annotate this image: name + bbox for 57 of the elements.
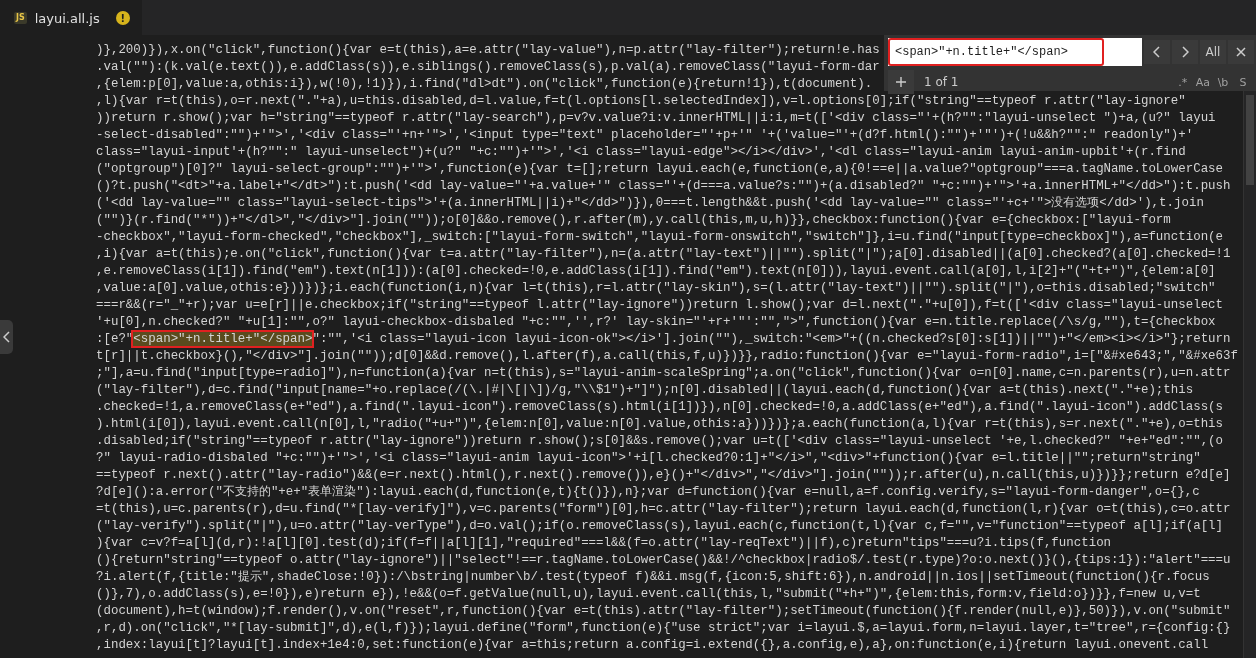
code-line: .val(""):(k.val(e.text()),e.addClass(s)),e.siblings().removeClass(s),p.val(a).removeClass("layui-form-dar (96, 60, 880, 74)
expand-button[interactable] (888, 70, 914, 94)
code-line: ===r&&(r="_"+r);var u=e[r]||e.checkbox;if("string"==typeof l.attr("lay-ignore"))return l.show();var d=l.next("."+u[0]),f=t(['<div class="layui-unselect (96, 298, 1224, 312)
previous-match-button[interactable] (1144, 40, 1170, 64)
code-line: ("lay-verify").split("|"),u=o.attr("lay-verType"),d=o.val();if(o.removeClass(s),layui.each(c,function(t,l){var c,f="",v="function"==typeof a[l];if(a[l] (96, 519, 1224, 533)
file-type-badge: JS (14, 12, 27, 24)
plus-icon (896, 77, 906, 87)
close-button[interactable] (1228, 40, 1254, 64)
code-line: ))return r.show();var h="string"==typeof r.attr("lay-search"),p=v?v.value?i:v.innerHTML||i:i,m=t(['<div class="'+(h?"":"layui-unselect ")+a,(u?" layui (96, 111, 1216, 125)
code-line: )},200)}),x.on("click",function(){var e=t(this),a=e.attr("lay-value"),n=p.attr("lay-filter");return!e.has (96, 43, 880, 57)
code-line: -checkbox","layui-form-checked","checkbox"],_switch:["layui-form-switch","layui-form-onswitch","switch"]},i=u.find("input[type=checkbox]"),a=function(e (96, 230, 1224, 244)
code-line: =t(this),u=c.parents(r),d=u.find("*[lay-verify]"),v=c.parents("form")[0],h=c.attr("lay-filter");return layui.each(d,function(l,r){var o=t(this),c=o.attr (96, 502, 1231, 516)
code-line: (document),h=t(window);f.render(),v.on("reset",r,function(){var e=t(this).attr("lay-filter");setTimeout(function(){f.render(null,e)},50)}),v.on("submit" (96, 604, 1231, 618)
code-line: (){return"string"==typeof o.attr("lay-ignore")||"select"!==r.tagName.toLowerCase()&&!/^checkbox|radio$/.test(r.type)?o:o.next()}(),{tips:1}):"alert"===u (96, 553, 1231, 567)
code-line: class="layui-input'+(h?"":" layui-unselect")+(u?" "+c:"")+'">','<i class="layui-edge"></i></div>','<dl class="layui-anim layui-anim-upbit'+(r.find (96, 145, 1186, 159)
code-line: ==typeof r.next().attr("lay-radio")&&(e=r.next().html(),r.next().remove()),e}()+"</div>","</div>"].join(""));r.after(u),n.call(this,u)})}};return e?d[e] (96, 468, 1231, 482)
file-tab[interactable]: JS layui.all.js ! (0, 0, 142, 35)
code-line: ?i.alert(f,{title:"提示",shadeClose:!0}):/\bstring|number\b/.test(typeof f)&&i.msg(f,{icon:5,shift:6}),n.android||n.ios||setTimeout(function(){r.focus (96, 570, 1210, 584)
code-line: ("")}(r.find("*"))+"</dl>","</div>"].join(""));o[0]&&o.remove(),r.after(m),y.call(this,m,u,h)}},checkbox:function(){var e={checkbox:["layui-form (96, 213, 1171, 227)
code-line: ,l){var r=t(this),o=r.next("."+a),u=this.disabled,d=l.value,f=t(l.options[l.selectedIndex]),v=l.options[0];if("string"==typeof r.attr("lay-ignore" (96, 94, 1186, 108)
code-line: ){var c=v?f=a[l](d,r):!a[l][0].test(d);if(f=f||a[l][1],"required"===l&&(f=o.attr("lay-reqText")||f),c)return"tips"===u?i.tips(f,function (96, 536, 1112, 550)
search-option-toggle[interactable]: .* (1173, 72, 1192, 92)
code-line: ,index:layui[t]?layui[t].index+1e4:0,set:function(e){var a=this;return a.config=i.extend({},a.config,e),a},on:function(e,i){return layui.onevent.call (96, 638, 1209, 652)
code-line: ;"],a=u.find("input[type=radio]"),n=function(a){var n=t(this),s="layui-anim-scaleSpring";a.on("click",function(){var o=n[0].name,c=n.parents(r),u=n.attr (96, 366, 1231, 380)
code-line: ?" layui-radio-disbaled "+c:"")+'">','<i class="layui-anim layui-icon">'+i[l.checked?0:1]+"</i>","<div>"+function(){var e=l.title||"";return"string" (96, 451, 1201, 465)
code-line: ,r,d).on("click","*[lay-submit]",d),e(l,f)});layui.define("form",function(e){"use strict";var i=layui.$,a=layui.form,n=layui.layer,t="tree",r={config:{} (96, 621, 1231, 635)
code-line: ,e.removeClass(i[1]).find("em").text(n[1])):(a[0].checked=!0,e.addClass(i[1]).find("em").text(n[0])),layui.event.call(a[0],l,i[2]+"("+t+")",{elem:a[0] (96, 264, 1216, 278)
code-line: ?d[e]():a.error("不支持的"+e+"表单渲染"):layui.each(d,function(e,t){t()}),n};var d=function(){var e=null,a=f.config.verify,s="layui-form-danger",o={},c (96, 485, 1200, 499)
code-line: -select-disabled":"")+'">','<div class="'+n+'">','<input type="text" placeholder="'+p+'" '+('value="'+(d?f.html():"")+'"')+(!u&&h?"":" readonly")+' (96, 128, 1194, 142)
code-line: ()},7),o.addClass(s),e=!0}),e)return e}),!e&&(o=f.getValue(null,u),layui.event.call(this,l,"submit("+h+")",{elem:this,form:v,field:o})}},f=new u,v=t (96, 587, 1201, 601)
code-line: ,value:a[0].value,othis:e}))})};i.each(function(i,n){var l=t(this),r=l.attr("lay-skin"),s=(l.attr("lay-text")||"").split("|"),o=this.disabled;"switch" (96, 281, 1216, 295)
code-line: '+u[0],n.checked?" "+u[1]:"",o?" layui-checkbox-disbaled "+c:"",'',r?' lay-skin="'+r+'"':"",">",function(){var e=n.title.replace(/\s/g,""),t={checkbox (96, 315, 1216, 329)
next-match-button[interactable] (1172, 40, 1198, 64)
chevron-left-icon (2, 330, 11, 343)
search-option-toggle[interactable]: \b (1214, 72, 1232, 92)
collapse-button[interactable] (0, 319, 13, 354)
code-line: .checked=!1,a.removeClass(e+"ed"),a.find(".layui-icon").removeClass(s).html(i[1])}),n[0].checked=!0,a.addClass(e+"ed"),a.find(".layui-icon").addClass(s (96, 400, 1224, 414)
code-line: ,i){var a=t(this);e.on("click",function(){var t=a.attr("lay-filter"),n=(a.attr("lay-text")||"").split("|");a[0].disabled||(a[0].checked?(a[0].checked=!1 (96, 247, 1231, 261)
chevron-right-icon (1181, 46, 1189, 58)
code-line: ('<dd lay-value="" class="layui-select-tips">'+(a.innerHTML||i)+"</dd>")}),0===t.length&&t.push('<dd lay-value="" class="'+c+'">没有选项</dd>'),t.join (96, 196, 1204, 210)
search-option-toggle[interactable]: S (1234, 72, 1252, 92)
chevron-left-icon (1153, 46, 1161, 58)
code-line: ("lay-filter"),d=c.find("input[name="+o.replace(/(\.|#|\[|\])/g,"\\$1")+"]");n[0].disabled||(layui.each(d,function(){var a=t(this).next("."+e);this (96, 383, 1194, 397)
search-option-toggle[interactable]: Aa (1193, 72, 1212, 92)
code-line: ()?t.push("<dt>"+a.label+"</dt>"):t.push('<dd lay-value="'+a.value+'" class="'+(d===a.value?s:"")+(a.disabled?" "+c:"")+'">'+a.innerHTML+"</dd>"):t.push (96, 179, 1231, 193)
code-line: ).html(i[0]),layui.event.call(n[0],l,"radio("+u+")",{elem:n[0],value:n[0].value,othis:a}))})};a.each(function(a,l){var r=t(this),s=r.next("."+e),o=this (96, 417, 1224, 431)
find-all-button[interactable]: All (1200, 40, 1226, 64)
code-text: :[e?" (96, 332, 134, 346)
scrollbar-thumb[interactable] (1246, 95, 1254, 185)
tab-title: layui.all.js (34, 10, 100, 26)
code-line: ("optgroup")[0]?" layui-select-group":"")+'">',function(e){var t=[];return layui.each(e,function(e,a){0!==e||a.value?"optgroup"===a.tagName.toLowerCase (96, 162, 1224, 176)
code-line: .disabled;if("string"==typeof r.attr("lay-ignore"))return r.show();s[0]&&s.remove();var u=t(['<div class="layui-unselect '+e,l.checked?" "+e+"ed":"",(o (96, 434, 1224, 448)
code-line: t[r]||t.checkbox}(),"</div>"].join(""));d[0]&&d.remove(),l.after(f),a.call(this,f,u)})}},radio:function(){var e="layui-form-radio",i=["&#xe643;","&#xe63f (96, 349, 1238, 363)
warning-badge: ! (115, 11, 130, 25)
match-count: 1 of 1 (924, 75, 960, 89)
code-line: ,{elem:p[0],value:a,othis:i}),w(!0),!1)}),i.find("dl>dt").on("click",function(e){return!1}),t(document). (96, 77, 873, 91)
close-icon (1236, 47, 1246, 57)
